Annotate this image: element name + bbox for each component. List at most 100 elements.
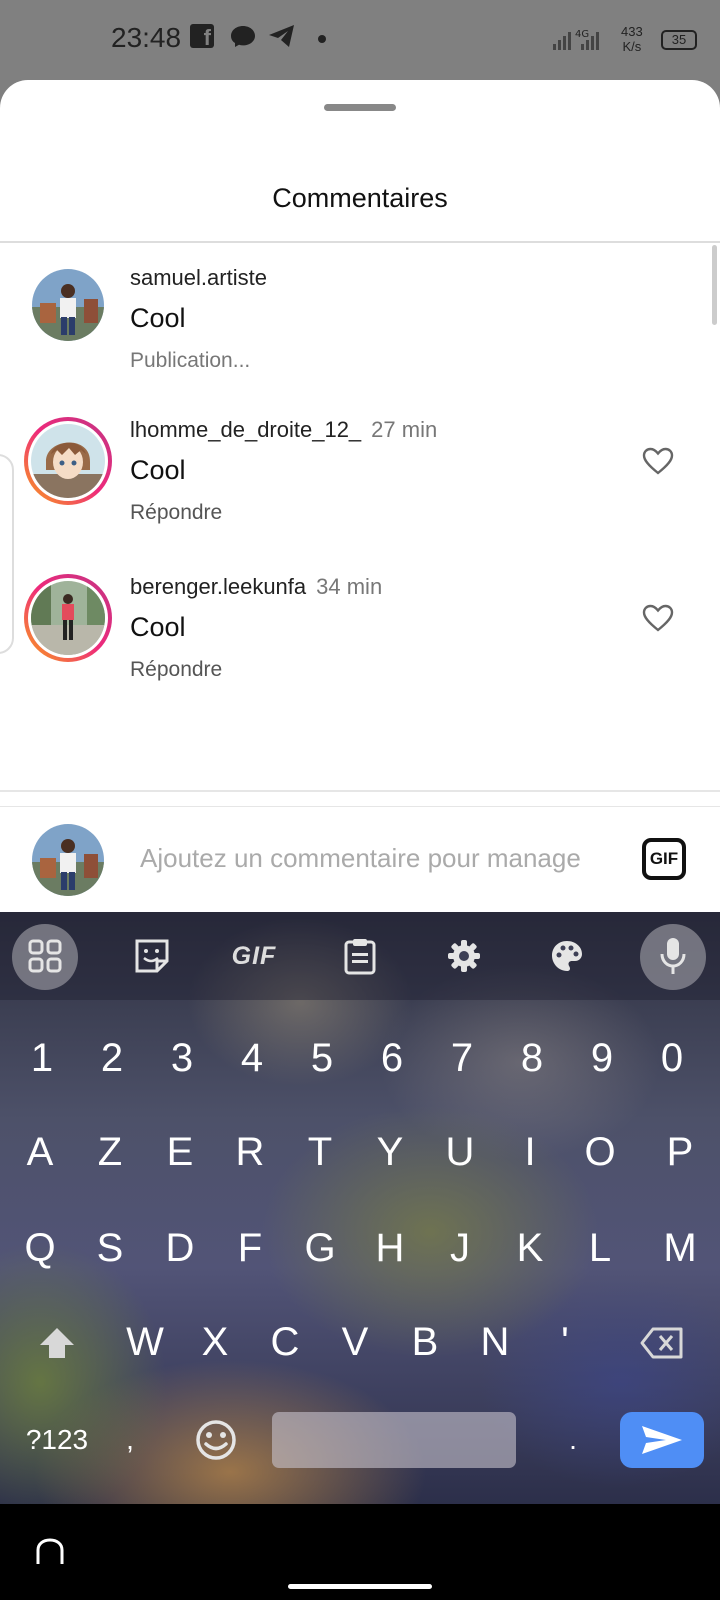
shift-key[interactable]: [22, 1314, 92, 1375]
divider: [0, 806, 720, 807]
comment-timestamp: 34 min: [316, 574, 383, 599]
key-5[interactable]: 5: [287, 1030, 357, 1086]
key-6[interactable]: 6: [357, 1030, 427, 1086]
key-0[interactable]: 0: [637, 1030, 707, 1086]
divider: [0, 241, 720, 243]
key-o[interactable]: O: [565, 1124, 635, 1180]
avatar-photo: [32, 269, 104, 341]
telegram-icon: [268, 24, 296, 53]
comment-username-text[interactable]: samuel.artiste: [130, 265, 267, 290]
avatar[interactable]: [24, 417, 112, 505]
messenger-icon: [230, 24, 256, 53]
key-m[interactable]: M: [645, 1220, 715, 1276]
key-8[interactable]: 8: [497, 1030, 567, 1086]
key-apostrophe[interactable]: ': [530, 1314, 600, 1370]
settings-gear-icon[interactable]: [440, 932, 488, 980]
key-2[interactable]: 2: [77, 1030, 147, 1086]
key-7[interactable]: 7: [427, 1030, 497, 1086]
clipboard-icon[interactable]: [336, 932, 384, 980]
period-key[interactable]: .: [538, 1412, 608, 1468]
system-navigation-bar: [0, 1504, 720, 1600]
sheet-drag-handle[interactable]: [324, 104, 396, 111]
space-key[interactable]: [272, 1412, 516, 1468]
sticker-icon[interactable]: [128, 932, 176, 980]
key-j[interactable]: J: [425, 1220, 495, 1276]
key-w[interactable]: W: [110, 1314, 180, 1370]
sheet-title: Commentaires: [272, 183, 448, 213]
comment-item: samuel.artiste Cool Publication...: [0, 265, 720, 395]
network-speed-unit: K/s: [622, 39, 642, 54]
comment-text: Cool: [130, 612, 186, 642]
key-b[interactable]: B: [390, 1314, 460, 1370]
network-speed-value: 433: [621, 24, 643, 39]
key-z[interactable]: Z: [75, 1124, 145, 1180]
microphone-icon[interactable]: [649, 932, 697, 980]
send-arrow-icon: [642, 1426, 682, 1454]
key-v[interactable]: V: [320, 1314, 390, 1370]
comment-posting-status: Publication...: [130, 349, 251, 372]
gif-button[interactable]: GIF: [642, 838, 686, 880]
key-y[interactable]: Y: [355, 1124, 425, 1180]
comment-timestamp: 27 min: [371, 417, 438, 442]
key-f[interactable]: F: [215, 1220, 285, 1276]
status-bar: 23:48 f 4G 433 K/s 35: [0, 0, 720, 80]
avatar[interactable]: [24, 574, 112, 662]
home-gesture-bar[interactable]: [288, 1584, 432, 1589]
keyboard: GIF 1 2 3 4 5 6 7 8 9 0 A Z E R T Y U I …: [0, 912, 720, 1504]
comment-username[interactable]: lhomme_de_droite_12_ 27 min: [130, 417, 437, 443]
comment-username-text[interactable]: lhomme_de_droite_12_: [130, 417, 361, 442]
comment-username[interactable]: samuel.artiste: [130, 265, 267, 291]
key-l[interactable]: L: [565, 1220, 635, 1276]
reply-button[interactable]: Répondre: [130, 501, 222, 525]
key-1[interactable]: 1: [7, 1030, 77, 1086]
comment-item: berenger.leekunfa 34 min Cool Répondre: [0, 574, 720, 704]
key-s[interactable]: S: [75, 1220, 145, 1276]
key-a[interactable]: A: [5, 1124, 75, 1180]
reply-button[interactable]: Répondre: [130, 658, 222, 682]
avatar-photo: [31, 424, 105, 498]
comment-item: lhomme_de_droite_12_ 27 min Cool Répondre: [0, 417, 720, 547]
key-p[interactable]: P: [645, 1124, 715, 1180]
gif-keyboard-label: GIF: [231, 941, 277, 970]
comments-sheet: Commentaires samuel.artiste Cool Publica…: [0, 80, 720, 911]
key-r[interactable]: R: [215, 1124, 285, 1180]
key-e[interactable]: E: [145, 1124, 215, 1180]
key-d[interactable]: D: [145, 1220, 215, 1276]
network-type-label: 4G: [575, 29, 589, 40]
facebook-icon: f: [190, 24, 214, 50]
avatar-photo: [31, 581, 105, 655]
keyboard-apps-icon[interactable]: [21, 932, 69, 980]
avatar[interactable]: [32, 269, 104, 341]
emoji-keyboard-icon[interactable]: [181, 1412, 251, 1477]
comment-input[interactable]: [140, 836, 610, 880]
send-key[interactable]: [620, 1412, 704, 1468]
key-x[interactable]: X: [180, 1314, 250, 1370]
key-h[interactable]: H: [355, 1220, 425, 1276]
key-n[interactable]: N: [460, 1314, 530, 1370]
comment-text: Cool: [130, 455, 186, 485]
like-heart-icon[interactable]: [642, 604, 674, 637]
key-u[interactable]: U: [425, 1124, 495, 1180]
comment-text: Cool: [130, 303, 186, 333]
keyboard-switch-icon[interactable]: [34, 1536, 66, 1573]
key-i[interactable]: I: [495, 1124, 565, 1180]
key-g[interactable]: G: [285, 1220, 355, 1276]
key-c[interactable]: C: [250, 1314, 320, 1370]
backspace-key[interactable]: [627, 1314, 697, 1375]
battery-icon: 35: [661, 30, 697, 50]
theme-palette-icon[interactable]: [543, 932, 591, 980]
key-9[interactable]: 9: [567, 1030, 637, 1086]
network-speed: 433 K/s: [621, 24, 643, 54]
like-heart-icon[interactable]: [642, 447, 674, 480]
gif-keyboard-button[interactable]: GIF: [230, 932, 278, 980]
comment-username-text[interactable]: berenger.leekunfa: [130, 574, 306, 599]
key-4[interactable]: 4: [217, 1030, 287, 1086]
symbols-key[interactable]: ?123: [20, 1412, 94, 1468]
key-q[interactable]: Q: [5, 1220, 75, 1276]
key-k[interactable]: K: [495, 1220, 565, 1276]
comma-key[interactable]: ,: [110, 1412, 150, 1468]
key-3[interactable]: 3: [147, 1030, 217, 1086]
comment-username[interactable]: berenger.leekunfa 34 min: [130, 574, 382, 600]
my-avatar: [32, 824, 104, 896]
key-t[interactable]: T: [285, 1124, 355, 1180]
